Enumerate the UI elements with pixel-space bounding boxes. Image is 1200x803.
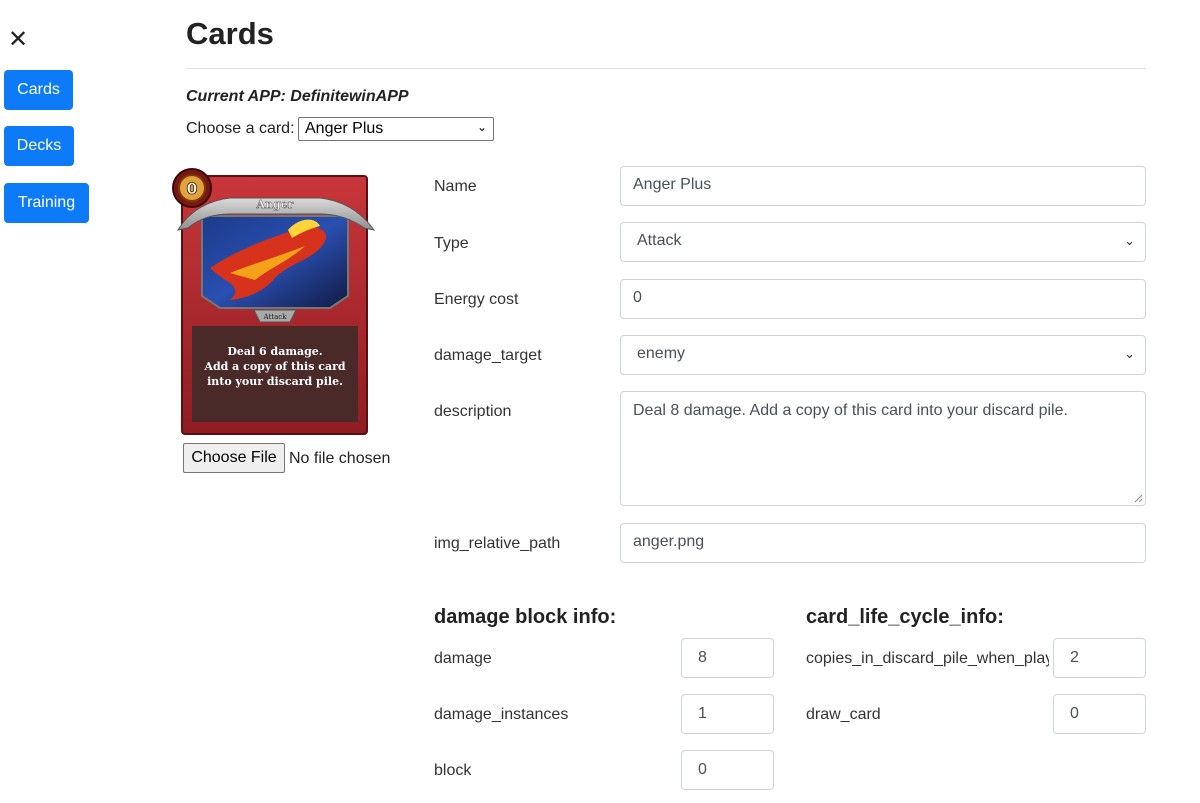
img-path-label: img_relative_path — [434, 535, 561, 552]
choose-card-label: Choose a card: — [186, 120, 295, 137]
description-value: Deal 8 damage. Add a copy of this card i… — [633, 402, 1068, 419]
type-select[interactable]: Attack ⌄ — [620, 222, 1146, 262]
card-image-type: Attack — [263, 313, 288, 321]
sidebar-item-decks[interactable]: Decks — [4, 126, 74, 166]
energy-cost-input[interactable]: 0 — [620, 279, 1146, 319]
damage-instances-input[interactable]: 1 — [681, 694, 774, 734]
page-title: Cards — [186, 16, 274, 51]
damage-input[interactable]: 8 — [681, 638, 774, 678]
copies-in-discard-input[interactable]: 2 — [1053, 638, 1146, 678]
card-select[interactable]: Anger Plus ⌄ — [298, 117, 494, 141]
title-divider — [186, 68, 1146, 69]
chevron-down-icon: ⌄ — [1124, 233, 1135, 248]
damage-label: damage — [434, 650, 492, 667]
card-image-name: Anger — [255, 198, 293, 211]
type-label: Type — [434, 235, 469, 252]
card-image-cost: 0 — [186, 179, 197, 198]
description-textarea[interactable]: Deal 8 damage. Add a copy of this card i… — [620, 391, 1146, 506]
chevron-down-icon: ⌄ — [1124, 346, 1135, 361]
name-label: Name — [434, 178, 477, 195]
card-image: Anger Attack Deal 6 damage. Add a copy o… — [172, 168, 376, 435]
damage-block-heading: damage block info: — [434, 606, 617, 628]
damage-target-value: enemy — [637, 345, 686, 362]
damage-target-select[interactable]: enemy ⌄ — [620, 335, 1146, 375]
draw-card-input[interactable]: 0 — [1053, 694, 1146, 734]
life-cycle-heading: card_life_cycle_info: — [806, 606, 1004, 628]
block-input[interactable]: 0 — [681, 750, 774, 790]
damage-target-label: damage_target — [434, 347, 542, 364]
type-select-value: Attack — [637, 232, 682, 249]
card-image-text-1: Deal 6 damage. — [227, 345, 322, 358]
choose-file-button[interactable]: Choose File — [183, 443, 285, 473]
name-input[interactable]: Anger Plus — [620, 166, 1146, 206]
resize-grip-icon[interactable] — [1134, 494, 1143, 503]
close-icon[interactable]: ✕ — [8, 28, 28, 52]
img-path-input[interactable]: anger.png — [620, 523, 1146, 563]
chevron-down-icon: ⌄ — [476, 120, 487, 134]
sidebar-item-cards[interactable]: Cards — [4, 70, 73, 110]
energy-cost-label: Energy cost — [434, 291, 519, 308]
block-label: block — [434, 762, 472, 779]
card-image-text-2: Add a copy of this card — [203, 360, 345, 373]
file-status-text: No file chosen — [289, 450, 391, 467]
description-label: description — [434, 403, 512, 420]
card-select-value: Anger Plus — [305, 120, 384, 137]
card-text-area — [192, 326, 358, 422]
damage-instances-label: damage_instances — [434, 706, 569, 723]
copies-in-discard-label: copies_in_discard_pile_when_played — [806, 650, 1049, 667]
draw-card-label: draw_card — [806, 706, 881, 723]
sidebar-item-training[interactable]: Training — [4, 183, 89, 223]
current-app-label: Current APP: DefinitewinAPP — [186, 88, 409, 105]
card-image-text-3: into your discard pile. — [207, 375, 343, 388]
